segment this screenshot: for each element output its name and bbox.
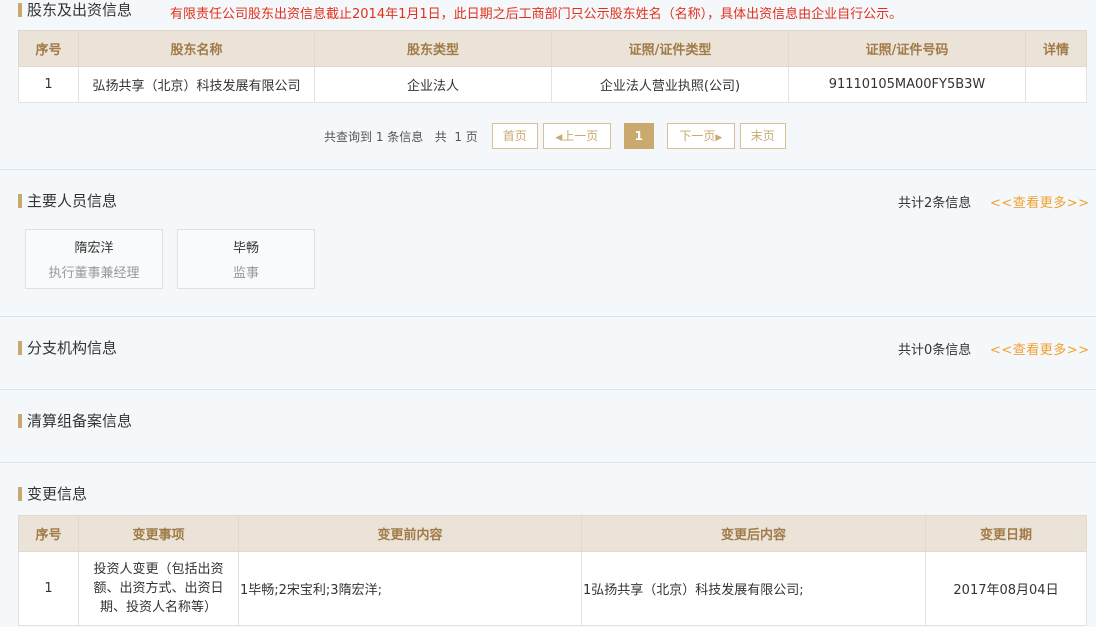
col-header-license-type: 证照/证件类型 [551, 30, 789, 67]
cell-index: 1 [18, 551, 79, 626]
changes-header-row: 序号 变更事项 变更前内容 变更后内容 变更日期 [18, 515, 1087, 552]
col-header-before: 变更前内容 [238, 515, 582, 552]
person-card[interactable]: 毕畅 监事 [177, 229, 315, 289]
cell-shareholder-name: 弘扬共享（北京）科技发展有限公司 [78, 66, 315, 103]
table-row: 1 投资人变更（包括出资额、出资方式、出资日期、投资人名称等） 1毕畅;2宋宝利… [18, 551, 1087, 626]
cell-shareholder-type: 企业法人 [314, 66, 552, 103]
col-header-change-date: 变更日期 [925, 515, 1087, 552]
next-page-button[interactable]: 下一页▶ [666, 123, 735, 149]
current-page-button[interactable]: 1 [623, 123, 654, 149]
prev-page-button[interactable]: ◀上一页 [542, 123, 611, 149]
changes-section-title: 变更信息 [18, 485, 87, 503]
branches-more-link[interactable]: <<查看更多>> [990, 339, 1090, 358]
col-header-license-number: 证照/证件号码 [788, 30, 1026, 67]
person-name: 毕畅 [232, 241, 259, 256]
shareholders-section-title: 股东及出资信息 [18, 1, 132, 19]
pagination-info: 共查询到 1 条信息 共 1 页 [324, 129, 478, 144]
cell-after: 1弘扬共享（北京）科技发展有限公司; [581, 551, 926, 626]
col-header-change-item: 变更事项 [78, 515, 239, 552]
person-role: 监事 [232, 266, 259, 281]
section-divider [0, 316, 1096, 317]
col-header-shareholder-type: 股东类型 [314, 30, 552, 67]
pagination: 共查询到 1 条信息 共 1 页 首页 ◀上一页 1 下一页▶ 末页 [324, 123, 791, 149]
section-divider [0, 389, 1096, 390]
cell-license-number: 91110105MA00FY5B3W [788, 66, 1026, 103]
changes-table: 序号 变更事项 变更前内容 变更后内容 变更日期 1 投资人变更（包括出资额、出… [18, 515, 1087, 626]
branches-count: 共计0条信息 [898, 343, 972, 358]
personnel-section-title: 主要人员信息 [18, 192, 117, 210]
cell-change-date: 2017年08月04日 [925, 551, 1087, 626]
table-row: 1 弘扬共享（北京）科技发展有限公司 企业法人 企业法人营业执照(公司) 911… [18, 66, 1087, 103]
col-header-details: 详情 [1025, 30, 1087, 67]
cell-license-type: 企业法人营业执照(公司) [551, 66, 789, 103]
person-name: 隋宏洋 [74, 241, 114, 256]
cell-index: 1 [18, 66, 79, 103]
cell-before: 1毕畅;2宋宝利;3隋宏洋; [238, 551, 582, 626]
person-role: 执行董事兼经理 [48, 266, 140, 281]
shareholders-table: 序号 股东名称 股东类型 证照/证件类型 证照/证件号码 详情 1 弘扬共享（北… [18, 30, 1087, 103]
first-page-button[interactable]: 首页 [491, 123, 538, 149]
section-divider [0, 462, 1096, 463]
col-header-shareholder-name: 股东名称 [78, 30, 315, 67]
col-header-index: 序号 [18, 515, 79, 552]
col-header-after: 变更后内容 [581, 515, 926, 552]
branches-section-title: 分支机构信息 [18, 339, 117, 357]
shareholders-header-row: 序号 股东名称 股东类型 证照/证件类型 证照/证件号码 详情 [18, 30, 1087, 67]
last-page-button[interactable]: 末页 [739, 123, 786, 149]
liquidation-section-title: 清算组备案信息 [18, 412, 132, 430]
col-header-index: 序号 [18, 30, 79, 67]
caret-right-icon: ▶ [715, 133, 723, 143]
cell-details[interactable] [1025, 66, 1087, 103]
person-card[interactable]: 隋宏洋 执行董事兼经理 [25, 229, 163, 289]
section-divider [0, 169, 1096, 170]
cell-change-item: 投资人变更（包括出资额、出资方式、出资日期、投资人名称等） [78, 551, 239, 626]
personnel-count: 共计2条信息 [898, 196, 972, 211]
personnel-more-link[interactable]: <<查看更多>> [990, 192, 1090, 211]
shareholders-notice: 有限责任公司股东出资信息截止2014年1月1日，此日期之后工商部门只公示股东姓名… [170, 7, 903, 22]
